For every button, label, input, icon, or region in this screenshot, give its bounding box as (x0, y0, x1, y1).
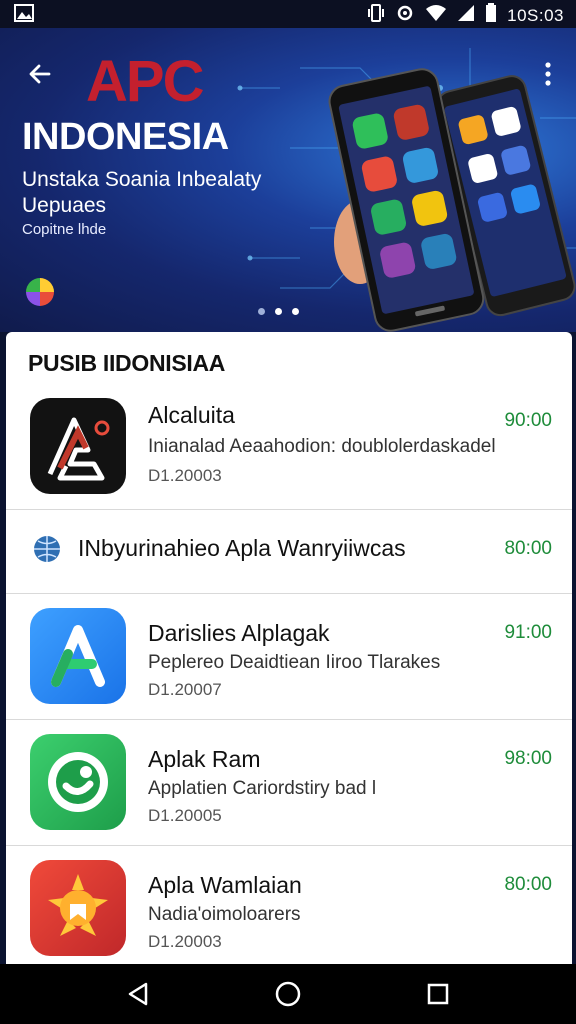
app-description: Peplereo Deaidtiean Iiroo Tlarakes (148, 652, 441, 673)
app-date: D1.20003 (148, 466, 222, 485)
home-icon (275, 981, 301, 1007)
globe-icon (32, 534, 62, 564)
app-date: D1.20005 (148, 806, 222, 825)
vibrate-icon (367, 3, 385, 28)
brand-logo: APC (86, 49, 204, 114)
app-row[interactable]: Darislies Alplagak Peplereo Deaidtiean I… (6, 594, 572, 720)
nav-back-button[interactable] (120, 976, 156, 1012)
app-name: Aplak Ram (148, 746, 261, 772)
back-button[interactable] (22, 56, 58, 92)
recents-icon (427, 983, 449, 1005)
hero-title: INDONESIA (22, 116, 229, 158)
sync-icon (395, 3, 415, 28)
carousel-dot-active[interactable] (275, 308, 282, 315)
app-price: 91:00 (504, 622, 552, 643)
app-row[interactable]: Aplak Ram Applatien Cariordstiry bad l D… (6, 720, 572, 846)
app-row[interactable]: Alcaluita Inianalad Aeaahodion: doublole… (6, 390, 572, 510)
app-row-compact[interactable]: INbyurinahieo Apla Wanryiiwcas 80:00 (6, 510, 572, 594)
status-bar: 10S:03 (0, 0, 576, 28)
section-title: PUSIB IIDONISIAA (28, 350, 226, 376)
hero-subtitle-line2: Uepuaes (22, 194, 107, 217)
chat-bubble-icon (30, 734, 126, 830)
arrow-left-icon (29, 64, 51, 84)
app-description: Nadia'oimoloarers (148, 904, 301, 925)
colorful-badge-icon (26, 278, 54, 306)
app-description: Applatien Cariordstiry bad l (148, 778, 377, 799)
app-name: Darislies Alplagak (148, 620, 330, 646)
hero-banner[interactable]: APC INDONESIA Unstaka Soania Inbealaty U… (0, 28, 576, 332)
carousel-dot[interactable] (258, 308, 265, 315)
battery-icon (485, 3, 497, 28)
nav-home-button[interactable] (270, 976, 306, 1012)
app-price: 80:00 (504, 874, 552, 895)
hero-subtitle-line1: Unstaka Soania Inbealaty (22, 168, 262, 191)
app-description: Inianalad Aeaahodion: doublolerdaskadel (148, 436, 496, 457)
app-row[interactable]: Apla Wamlaian Nadia'oimoloarers D1.20003… (6, 846, 572, 964)
sun-badge-icon (30, 860, 126, 956)
app-price: 90:00 (504, 410, 552, 431)
app-name: INbyurinahieo Apla Wanryiiwcas (78, 535, 406, 561)
signal-icon (457, 4, 475, 27)
app-price: 98:00 (504, 748, 552, 769)
navigation-bar (0, 964, 576, 1024)
app-name: Apla Wamlaian (148, 872, 302, 898)
carousel-dot[interactable] (292, 308, 299, 315)
app-logo-a-icon (30, 398, 126, 494)
app-name: Alcaluita (148, 402, 235, 428)
clock: 10S:03 (507, 5, 564, 25)
app-date: D1.20003 (148, 932, 222, 951)
app-date: D1.20007 (148, 680, 222, 699)
back-icon (128, 982, 148, 1006)
wifi-icon (425, 4, 447, 27)
app-list-card: PUSIB IIDONISIAA Alcaluita Inianalad Aea… (6, 332, 572, 964)
carousel-indicator[interactable] (258, 308, 299, 315)
image-icon (14, 4, 34, 27)
nav-recents-button[interactable] (420, 976, 456, 1012)
phones-illustration (328, 68, 576, 332)
app-price: 80:00 (504, 538, 552, 559)
hero-caption: Copitne lhde (22, 221, 107, 238)
app-store-a-icon (30, 608, 126, 704)
